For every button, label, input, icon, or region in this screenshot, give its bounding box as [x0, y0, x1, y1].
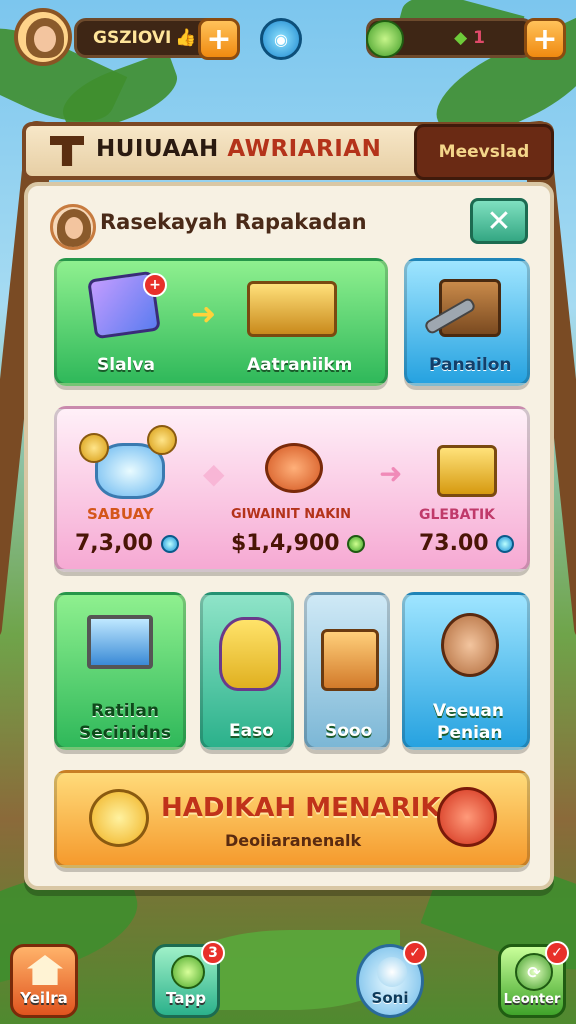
- shop-card-potion[interactable]: Easo: [200, 592, 294, 750]
- shop-card-computer[interactable]: Ratilan Secinidns: [54, 592, 186, 750]
- computer-icon: [87, 615, 153, 669]
- coin-icon: [79, 433, 109, 463]
- mouse-character-icon: [441, 613, 499, 677]
- player-avatar[interactable]: [14, 8, 72, 66]
- close-button[interactable]: ✕: [470, 198, 528, 244]
- new-badge-icon: +: [143, 273, 167, 297]
- golden-box-icon: [437, 445, 497, 497]
- offer-item[interactable]: GLEBATIK 73.00: [409, 417, 529, 567]
- gem-icon: [496, 535, 515, 553]
- bubble-icon: [377, 957, 407, 987]
- apple-icon: [437, 787, 497, 847]
- fruit-bowl-icon: [265, 443, 323, 493]
- shop-card-cubes[interactable]: Sooo: [304, 592, 390, 750]
- tool-card-label: Panailon: [429, 355, 512, 375]
- add-gold-button[interactable]: +: [198, 18, 240, 60]
- close-icon: ✕: [486, 203, 512, 239]
- arrow-right-icon: ➜: [191, 297, 217, 332]
- banner-title: HADIKAH MENARIK: [161, 793, 441, 823]
- gem-icon: [160, 535, 179, 553]
- leaf-icon: [171, 955, 205, 989]
- treasure-chest-icon: [247, 281, 337, 337]
- nav-home[interactable]: Yeilra: [10, 944, 78, 1018]
- tool-card[interactable]: Panailon: [404, 258, 530, 386]
- nav-soni[interactable]: ✓ Soni: [356, 941, 427, 1018]
- banner-subtitle: Deoiiaranenalk: [225, 831, 362, 850]
- upgrade-card-left-label: Slalva: [97, 355, 155, 375]
- notification-icon: ✓: [403, 941, 427, 965]
- arrow-right-icon: ➜: [379, 457, 403, 490]
- leaf-gem-icon: ◆: [454, 28, 468, 48]
- nav-tapp-badge: 3: [201, 941, 225, 965]
- offer-strip: SABUAY 7,3,00 ◆ GIWAINIT NAKIN $1,4,900 …: [54, 406, 530, 572]
- header-action-button[interactable]: Meevslad: [414, 124, 554, 180]
- panel-title: Rasekayah Rapakadan: [100, 210, 367, 234]
- blocks-icon: [321, 629, 379, 691]
- offer-item[interactable]: SABUAY 7,3,00: [67, 417, 207, 567]
- sun-mascot-icon: [89, 789, 149, 847]
- shop-panel: Rasekayah Rapakadan ✕ + ➜ Slalva Aatrani…: [24, 182, 554, 890]
- upgrade-card-right-label: Aatraniikm: [247, 355, 353, 375]
- fish-event-icon[interactable]: ◉: [260, 18, 302, 60]
- nav-leonter[interactable]: ⟳ ✓ Leonter: [498, 941, 569, 1018]
- header-title: HUIUAAH AWRIARIAN: [96, 136, 382, 162]
- nav-tapp[interactable]: 3 Tapp: [152, 941, 225, 1018]
- home-icon: [27, 955, 63, 985]
- shop-header: HUIUAAH AWRIARIAN Meevslad: [22, 122, 554, 180]
- gem-count: 1: [473, 28, 485, 48]
- player-name: GSZIOVI: [93, 28, 172, 48]
- offer-item[interactable]: GIWAINIT NAKIN $1,4,900: [225, 417, 375, 567]
- promo-banner[interactable]: HADIKAH MENARIK Deoiiaranenalk: [54, 770, 530, 868]
- tool-icon: [50, 136, 84, 166]
- add-gem-button[interactable]: +: [524, 18, 566, 60]
- leaf-currency-icon: [366, 20, 404, 58]
- coin-icon: [147, 425, 177, 455]
- panel-avatar: [50, 204, 96, 250]
- upgrade-card[interactable]: + ➜ Slalva Aatraniikm: [54, 258, 388, 386]
- separator-icon: ◆: [203, 457, 225, 490]
- leaf-gem-icon: [347, 535, 366, 553]
- notification-icon: ✓: [545, 941, 569, 965]
- thumb-icon: 👍: [175, 28, 197, 48]
- potion-icon: [219, 617, 281, 691]
- shop-card-mouse[interactable]: Veeuan Penian: [402, 592, 530, 750]
